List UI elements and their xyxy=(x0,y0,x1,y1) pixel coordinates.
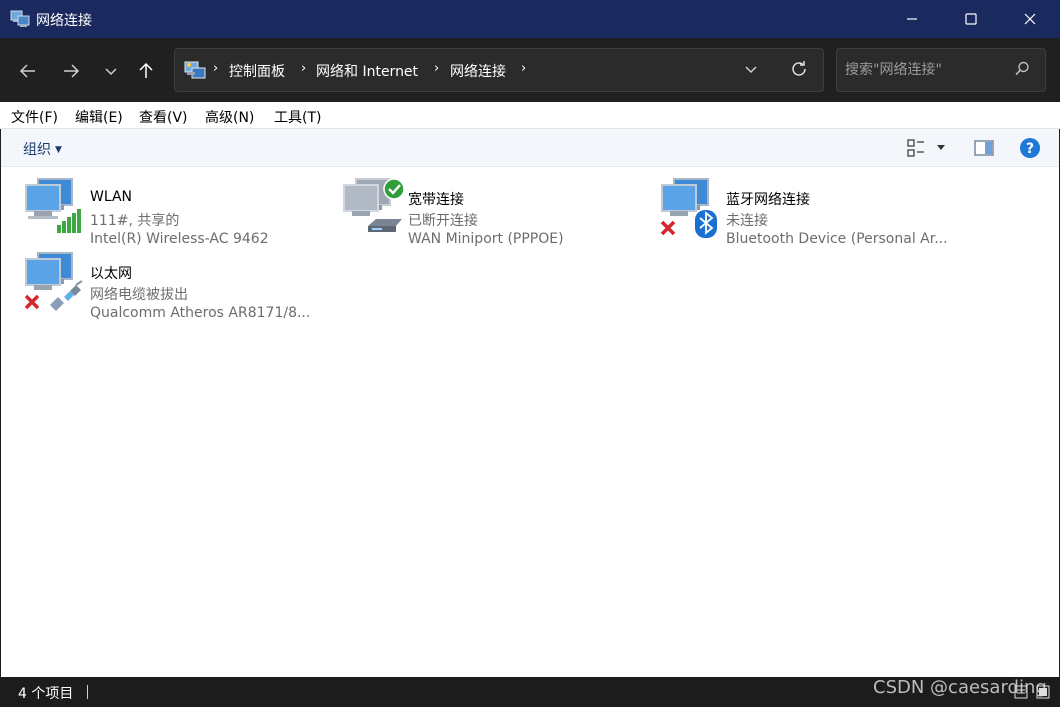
close-button[interactable] xyxy=(1000,0,1059,38)
wlan-signal-icon xyxy=(25,178,81,233)
address-bar[interactable]: › 控制面板 › 网络和 Internet › 网络连接 › xyxy=(174,48,824,92)
connection-status: 未连接 xyxy=(726,213,768,229)
connection-device: Intel(R) Wireless-AC 9462 xyxy=(90,231,269,247)
arrow-up-icon xyxy=(139,62,153,78)
search-icon[interactable] xyxy=(1013,60,1031,78)
breadcrumb-separator-icon: › xyxy=(213,61,219,76)
connection-name: 宽带连接 xyxy=(408,192,464,208)
menu-tools[interactable]: 工具(T) xyxy=(274,107,321,127)
menu-advanced[interactable]: 高级(N) xyxy=(205,107,254,127)
connection-item-bluetooth[interactable]: 蓝牙网络连接 未连接 Bluetooth Device (Personal Ar… xyxy=(660,176,970,247)
connection-status: 网络电缆被拔出 xyxy=(90,287,188,303)
caret-down-icon: ▼ xyxy=(55,145,62,155)
status-divider xyxy=(87,685,88,699)
breadcrumb-network-internet[interactable]: 网络和 Internet xyxy=(316,61,418,81)
address-dropdown-icon[interactable] xyxy=(743,61,759,77)
organize-button[interactable]: 组织 ▼ xyxy=(23,139,62,159)
breadcrumb-separator-icon[interactable]: › xyxy=(434,61,439,76)
chevron-down-icon xyxy=(105,68,117,76)
view-toggle-group xyxy=(1014,685,1050,703)
recent-locations-button[interactable] xyxy=(96,56,126,86)
connection-name: 以太网 xyxy=(90,266,132,282)
ethernet-unplugged-icon xyxy=(24,252,83,311)
network-connections-app-icon xyxy=(10,10,30,27)
arrow-left-icon xyxy=(19,64,35,78)
title-bar: 网络连接 xyxy=(0,0,1060,38)
connection-item-wlan[interactable]: WLAN 111#, 共享的 Intel(R) Wireless-AC 9462 xyxy=(24,176,334,247)
connection-name: 蓝牙网络连接 xyxy=(726,192,810,208)
menu-bar: 文件(F) 编辑(E) 查看(V) 高级(N) 工具(T) xyxy=(0,102,1060,129)
broadband-connected-icon xyxy=(343,178,405,232)
search-input[interactable] xyxy=(845,59,1005,81)
change-view-icon[interactable] xyxy=(907,138,927,158)
menu-file[interactable]: 文件(F) xyxy=(11,107,58,127)
help-icon[interactable]: ? xyxy=(1019,137,1041,159)
forward-button[interactable] xyxy=(56,56,86,86)
minimize-button[interactable] xyxy=(882,0,941,38)
maximize-icon xyxy=(964,13,977,25)
connections-list: WLAN 111#, 共享的 Intel(R) Wireless-AC 9462… xyxy=(1,167,1059,677)
breadcrumb-control-panel[interactable]: 控制面板 xyxy=(229,61,285,81)
connection-name: WLAN xyxy=(90,189,133,205)
maximize-button[interactable] xyxy=(941,0,1000,38)
command-bar: 组织 ▼ ? xyxy=(1,129,1059,167)
window-title: 网络连接 xyxy=(36,13,92,29)
search-box[interactable] xyxy=(836,48,1046,92)
arrow-right-icon xyxy=(64,64,80,78)
navigation-bar: › 控制面板 › 网络和 Internet › 网络连接 › xyxy=(0,38,1060,102)
connection-device: Qualcomm Atheros AR8171/8... xyxy=(90,305,311,321)
menu-view[interactable]: 查看(V) xyxy=(139,107,188,127)
minimize-icon xyxy=(906,18,917,20)
item-count: 4 个项目 xyxy=(18,686,74,702)
back-button[interactable] xyxy=(13,56,43,86)
view-options-dropdown-icon[interactable] xyxy=(935,143,947,153)
connection-item-ethernet[interactable]: 以太网 网络电缆被拔出 Qualcomm Atheros AR8171/8... xyxy=(24,250,334,321)
control-panel-icon xyxy=(184,61,206,79)
refresh-icon[interactable] xyxy=(789,59,809,79)
connection-item-broadband[interactable]: 宽带连接 已断开连接 WAN Miniport (PPPOE) xyxy=(342,176,652,247)
close-icon xyxy=(1024,13,1035,25)
preview-pane-icon[interactable] xyxy=(974,138,994,158)
organize-label: 组织 xyxy=(23,142,51,158)
svg-text:?: ? xyxy=(1026,141,1034,157)
connection-status: 已断开连接 xyxy=(408,213,478,229)
breadcrumb-separator-icon[interactable]: › xyxy=(301,61,306,76)
connection-device: WAN Miniport (PPPOE) xyxy=(408,231,564,247)
breadcrumb-network-connections[interactable]: 网络连接 xyxy=(450,61,506,81)
connection-status: 111#, 共享的 xyxy=(90,213,180,229)
connection-device: Bluetooth Device (Personal Ar... xyxy=(726,231,948,247)
menu-edit[interactable]: 编辑(E) xyxy=(75,107,123,127)
status-bar: 4 个项目 CSDN @caesarding xyxy=(0,677,1060,707)
tiles-view-icon[interactable] xyxy=(1036,685,1050,699)
details-view-icon[interactable] xyxy=(1014,685,1028,699)
breadcrumb-separator-icon[interactable]: › xyxy=(521,61,526,76)
up-button[interactable] xyxy=(131,56,161,86)
bluetooth-disconnected-icon xyxy=(660,178,717,238)
